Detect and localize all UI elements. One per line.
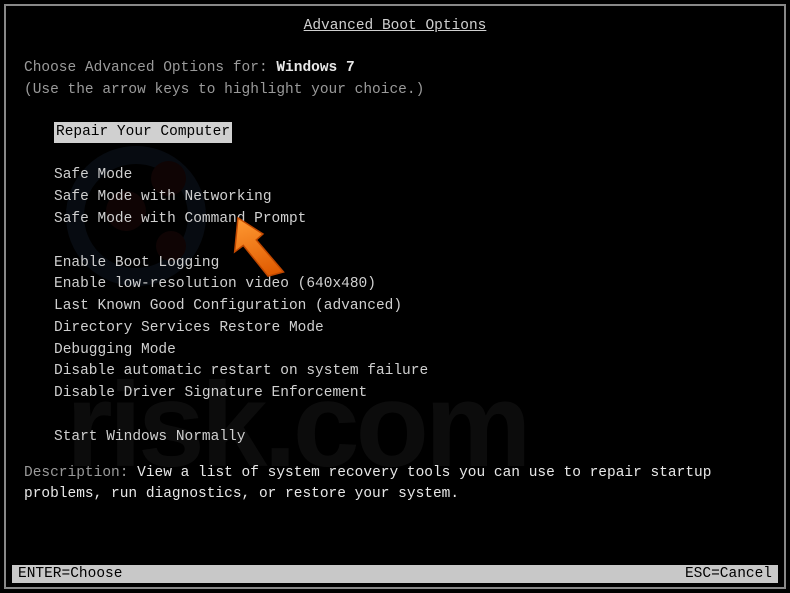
menu-item-debugging[interactable]: Debugging Mode [54, 340, 766, 362]
menu-item-ds-restore[interactable]: Directory Services Restore Mode [54, 318, 766, 340]
menu-item-safe-mode-cmd[interactable]: Safe Mode with Command Prompt [54, 209, 766, 231]
menu-item-low-res[interactable]: Enable low-resolution video (640x480) [54, 274, 766, 296]
menu-item-start-normally[interactable]: Start Windows Normally [54, 427, 766, 449]
menu-item-boot-logging[interactable]: Enable Boot Logging [54, 253, 766, 275]
menu-item-disable-driver-sig[interactable]: Disable Driver Signature Enforcement [54, 383, 766, 405]
footer-enter: ENTER=Choose [18, 566, 122, 582]
instruction-text: Choose Advanced Options for: Windows 7 (… [24, 58, 766, 102]
boot-menu[interactable]: Repair Your Computer Safe Mode Safe Mode… [54, 122, 766, 449]
menu-item-repair[interactable]: Repair Your Computer [54, 122, 232, 144]
footer-esc: ESC=Cancel [685, 566, 772, 582]
menu-item-safe-mode[interactable]: Safe Mode [54, 165, 766, 187]
footer-bar: ENTER=Choose ESC=Cancel [12, 565, 778, 583]
menu-item-disable-auto-restart[interactable]: Disable automatic restart on system fail… [54, 361, 766, 383]
description-text: Description: View a list of system recov… [24, 463, 766, 507]
page-title: Advanced Boot Options [24, 18, 766, 34]
menu-item-safe-mode-networking[interactable]: Safe Mode with Networking [54, 187, 766, 209]
menu-item-last-known-good[interactable]: Last Known Good Configuration (advanced) [54, 296, 766, 318]
